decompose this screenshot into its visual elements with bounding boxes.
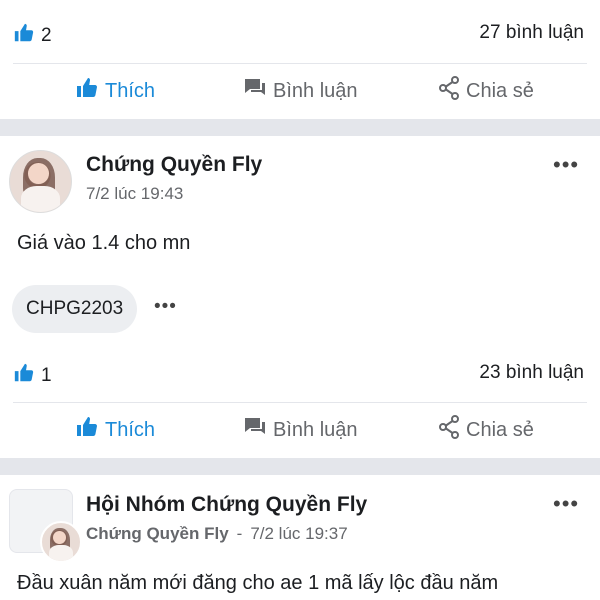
comment-icon xyxy=(243,77,267,105)
like-label: Thích xyxy=(105,79,156,102)
post2-timestamp[interactable]: 7/2 lúc 19:43 xyxy=(86,184,183,204)
post2-tag-chip[interactable]: CHPG2203 xyxy=(12,285,138,333)
comment-label: Bình luận xyxy=(273,418,358,441)
post1-share-button[interactable]: Chia sẻ xyxy=(438,76,534,106)
more-horizontal-icon[interactable]: ••• xyxy=(154,296,177,318)
more-horizontal-icon[interactable]: ••• xyxy=(553,152,579,178)
post1-comment-count[interactable]: 27 bình luận xyxy=(479,22,584,44)
post1-stats: 2 27 bình luận xyxy=(0,0,600,66)
thumbs-up-icon xyxy=(75,415,99,445)
share-label: Chia sẻ xyxy=(466,418,534,441)
post2-like-count[interactable]: 1 xyxy=(13,362,52,390)
avatar[interactable] xyxy=(40,521,82,563)
post3-meta: Chứng Quyền Fly - 7/2 lúc 19:37 xyxy=(86,524,348,544)
post2-stats: 1 23 bình luận xyxy=(0,340,600,406)
post1-like-button[interactable]: Thích xyxy=(75,76,155,106)
comment-label: Bình luận xyxy=(273,79,358,102)
post1-actions: Thích Bình luận Chia sẻ xyxy=(0,63,600,119)
post1-like-count[interactable]: 2 xyxy=(13,22,52,50)
post2-comment-count[interactable]: 23 bình luận xyxy=(479,362,584,384)
thumbs-up-icon xyxy=(13,362,35,390)
post2-author-name[interactable]: Chứng Quyền Fly xyxy=(86,153,262,177)
comment-icon xyxy=(243,416,267,444)
post3-author-name[interactable]: Chứng Quyền Fly xyxy=(86,524,229,544)
like-count-value: 2 xyxy=(41,25,52,46)
post2-like-button[interactable]: Thích xyxy=(75,415,155,445)
like-count-value: 1 xyxy=(41,365,52,386)
post-separator xyxy=(0,119,600,136)
post2-share-button[interactable]: Chia sẻ xyxy=(438,415,534,445)
like-label: Thích xyxy=(105,418,156,441)
meta-separator: - xyxy=(236,524,243,543)
post3-text: Đầu xuân năm mới đăng cho ae 1 mã lấy lộ… xyxy=(17,572,499,594)
share-icon xyxy=(438,415,460,445)
more-horizontal-icon[interactable]: ••• xyxy=(553,491,579,517)
thumbs-up-icon xyxy=(75,76,99,106)
post2-actions: Thích Bình luận Chia sẻ xyxy=(0,402,600,458)
post3-timestamp[interactable]: 7/2 lúc 19:37 xyxy=(250,524,347,544)
post3-group-name[interactable]: Hội Nhóm Chứng Quyền Fly xyxy=(86,493,367,517)
post1-comment-button[interactable]: Bình luận xyxy=(243,77,358,105)
post2-text: Giá vào 1.4 cho mn xyxy=(17,232,191,254)
post2-comment-button[interactable]: Bình luận xyxy=(243,416,358,444)
share-icon xyxy=(438,76,460,106)
post-separator xyxy=(0,458,600,475)
share-label: Chia sẻ xyxy=(466,79,534,102)
thumbs-up-icon xyxy=(13,22,35,50)
avatar[interactable] xyxy=(9,150,72,213)
